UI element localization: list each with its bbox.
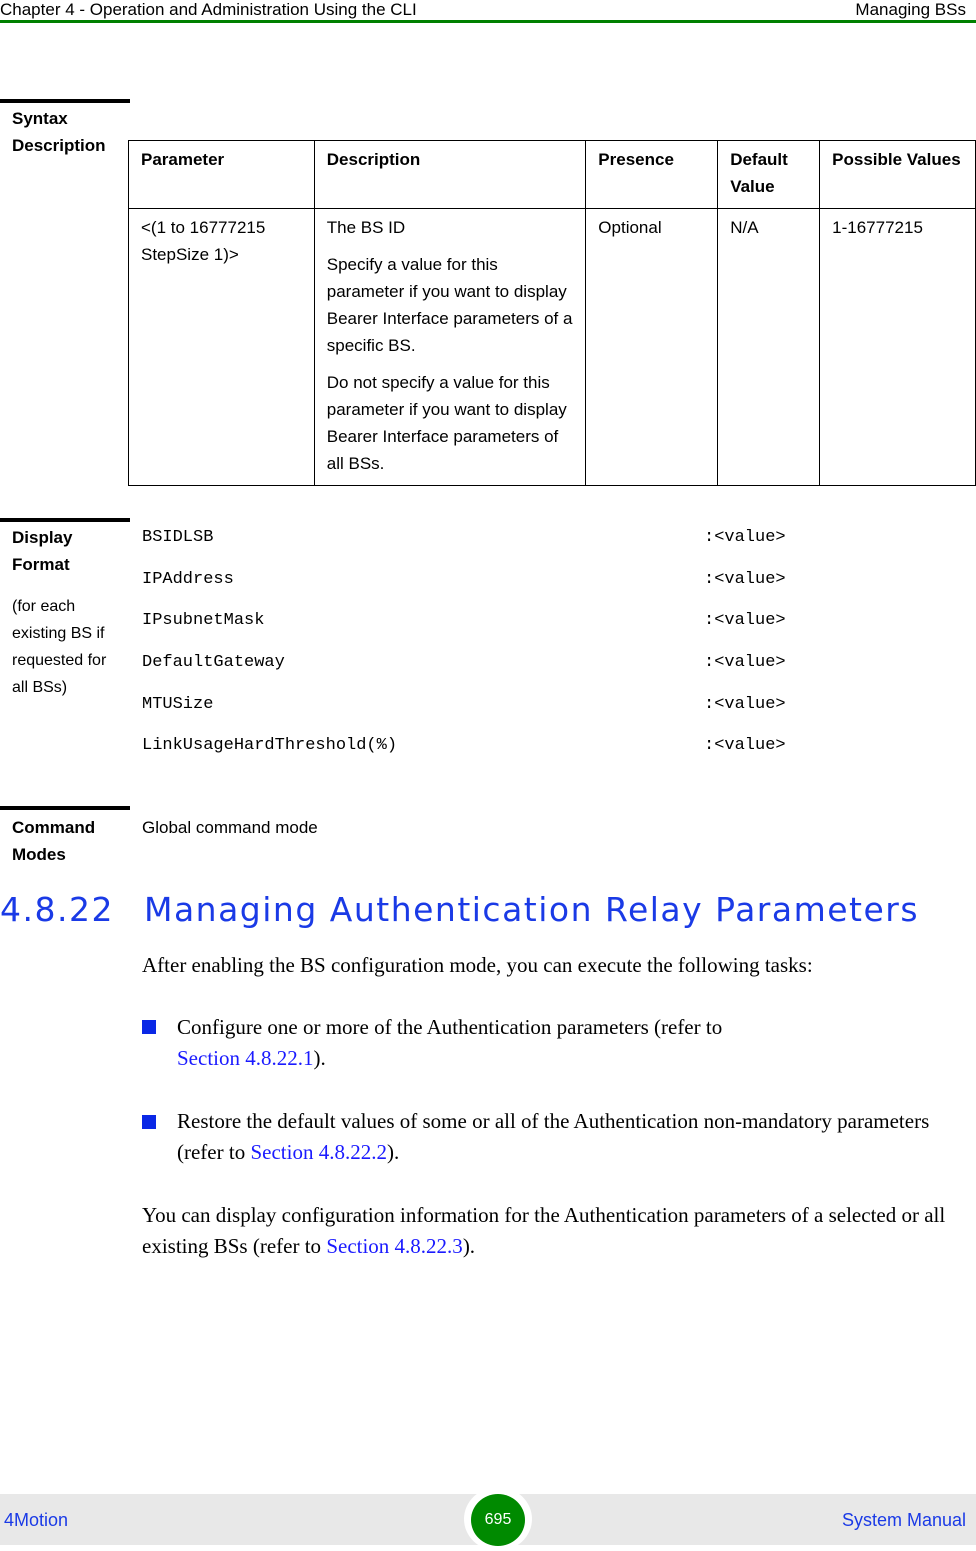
label-line: Syntax <box>12 109 68 128</box>
field-name: IPsubnetMask <box>142 611 265 630</box>
field-value: :<value> <box>704 695 786 714</box>
table-header-row: Parameter Description Presence Default V… <box>128 140 976 209</box>
bullet-text: Configure one or more of the Authenticat… <box>177 1015 723 1039</box>
bullet-item: Configure one or more of the Authenticat… <box>177 1012 976 1074</box>
field-value: :<value> <box>704 736 786 755</box>
description-text: Specify a value for this parameter if yo… <box>326 255 573 355</box>
default-value-cell: N/A <box>717 208 821 486</box>
bullet-tail: ). <box>386 1140 400 1164</box>
paragraph-tail: ). <box>462 1234 476 1258</box>
field-value: :<value> <box>704 611 786 630</box>
display-field-row: MTUSize :<value> <box>142 695 802 717</box>
field-value: :<value> <box>704 653 786 672</box>
label-line: Format <box>12 555 70 574</box>
possible-values-cell: 1-16777215 <box>819 208 976 486</box>
header-rule <box>0 20 976 23</box>
section-header-title: Managing BSs <box>855 0 966 19</box>
display-field-row: IPAddress :<value> <box>142 570 802 592</box>
bullet-square-icon <box>142 1020 156 1034</box>
display-format-label: Display Format <box>12 524 72 578</box>
section-intro: After enabling the BS configuration mode… <box>142 953 813 977</box>
bullet-square-icon <box>142 1115 156 1129</box>
section-link[interactable]: Section 4.8.22.1 <box>177 1046 314 1070</box>
page-number-badge: 695 <box>471 1494 525 1546</box>
label-line: Command <box>12 818 96 837</box>
description-title: The BS ID <box>326 218 406 237</box>
field-name: IPAddress <box>142 570 234 589</box>
field-name: DefaultGateway <box>142 653 285 672</box>
column-header: Presence <box>585 140 719 209</box>
syntax-section-rule <box>0 99 130 103</box>
display-field-row: LinkUsageHardThreshold(%) :<value> <box>142 736 802 758</box>
label-line: Description <box>12 136 106 155</box>
parameter-cell: <(1 to 16777215 StepSize 1)> <box>128 208 315 486</box>
description-text: Do not specify a value for this paramete… <box>326 373 567 473</box>
field-name: MTUSize <box>142 695 214 714</box>
section-link[interactable]: Section 4.8.22.3 <box>326 1234 463 1258</box>
command-modes-value: Global command mode <box>142 818 318 837</box>
presence-cell: Optional <box>585 208 719 486</box>
label-line: Modes <box>12 845 66 864</box>
table-row: <(1 to 16777215 StepSize 1)> The BS ID S… <box>128 208 976 486</box>
column-header: Description <box>313 140 587 209</box>
footer-product: 4Motion <box>4 1510 69 1530</box>
field-value: :<value> <box>704 570 786 589</box>
bullet-item: Restore the default values of some or al… <box>177 1106 976 1168</box>
field-name: LinkUsageHardThreshold(%) <box>142 736 398 755</box>
field-value: :<value> <box>704 528 786 547</box>
display-field-row: DefaultGateway :<value> <box>142 653 802 675</box>
display-format-note: (for each existing BS if requested for a… <box>12 598 107 696</box>
command-modes-rule <box>0 806 130 810</box>
section-number: 4.8.22 <box>0 890 114 929</box>
closing-paragraph: You can display configuration informatio… <box>142 1200 976 1262</box>
column-header: Possible Values <box>819 140 976 209</box>
command-modes-label: Command Modes <box>12 814 95 868</box>
section-heading: 4.8.22 Managing Authentication Relay Para… <box>0 890 919 929</box>
display-format-rule <box>0 518 130 522</box>
column-header: Parameter <box>128 140 315 209</box>
column-header: Default Value <box>717 140 821 209</box>
syntax-description-label: Syntax Description <box>12 105 106 159</box>
section-heading-title: Managing Authentication Relay Parameters <box>143 890 920 929</box>
description-cell: The BS ID Specify a value for this param… <box>313 208 587 486</box>
bullet-tail: ). <box>313 1046 326 1070</box>
syntax-table: Parameter Description Presence Default V… <box>128 140 976 486</box>
display-field-row: BSIDLSB :<value> <box>142 528 802 550</box>
paragraph-text: You can display configuration informatio… <box>142 1203 946 1258</box>
display-field-row: IPsubnetMask :<value> <box>142 611 802 633</box>
label-line: Display <box>12 528 73 547</box>
section-link[interactable]: Section 4.8.22.2 <box>250 1140 387 1164</box>
field-name: BSIDLSB <box>142 528 214 547</box>
footer-manual: System Manual <box>841 1510 966 1530</box>
chapter-title: Chapter 4 - Operation and Administration… <box>0 0 417 19</box>
